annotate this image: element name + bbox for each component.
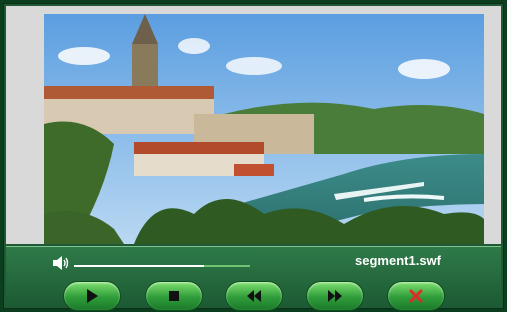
close-button[interactable] (387, 281, 445, 311)
flash-player: segment1.swf (3, 3, 504, 311)
filename-label: segment1.swf (355, 253, 441, 268)
seek-bar[interactable] (74, 265, 250, 267)
play-icon (87, 289, 98, 303)
video-frame (6, 6, 501, 244)
rewind-button[interactable] (225, 281, 283, 311)
fast-forward-icon (328, 290, 342, 302)
stop-button[interactable] (145, 281, 203, 311)
stop-icon (169, 291, 179, 301)
video-viewport[interactable] (44, 14, 484, 244)
fast-forward-button[interactable] (306, 281, 364, 311)
seek-progress-fill (74, 265, 205, 267)
rewind-icon (247, 290, 261, 302)
video-frame-image (44, 14, 484, 244)
speaker-icon[interactable] (52, 255, 70, 271)
play-button[interactable] (63, 281, 121, 311)
control-bar: segment1.swf (6, 246, 501, 311)
close-icon (409, 289, 423, 303)
